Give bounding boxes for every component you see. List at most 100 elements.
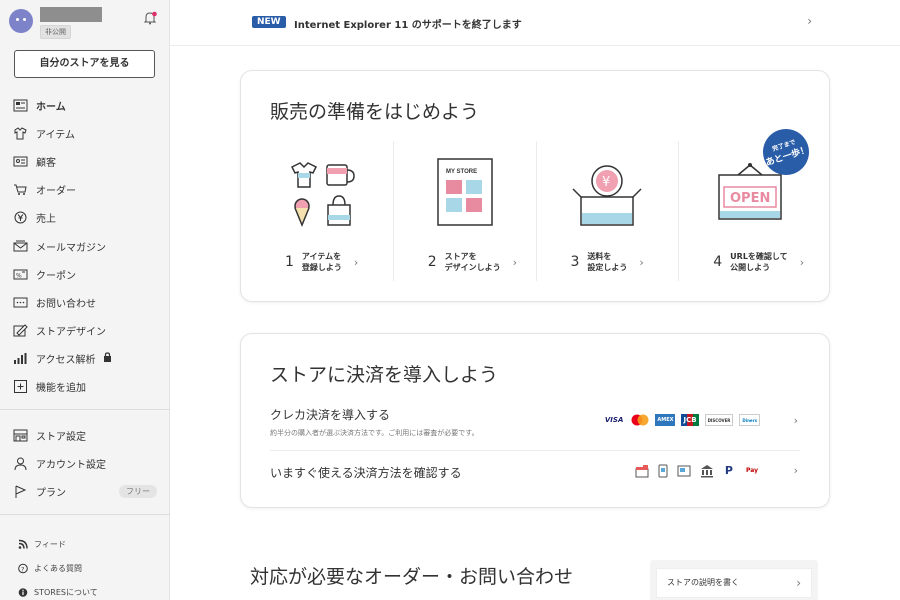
chevron-right-icon: ›	[796, 576, 801, 590]
mastercard-logo	[631, 414, 649, 426]
orders-title: 対応が必要なオーダー・お問い合わせ	[250, 566, 574, 588]
sidebar-item-flag[interactable]: プラン フリー	[0, 477, 170, 505]
setup-title: 販売の準備をはじめよう	[270, 101, 480, 123]
chevron-right-icon: ›	[807, 14, 812, 28]
setup-steps: 1 アイテムを 登録しよう › MY STORE 2 ストアを デザインしよう ›	[251, 141, 821, 281]
sidebar-item-question[interactable]: ? よくある質問	[0, 556, 170, 580]
visa-logo: VISA	[604, 416, 624, 424]
side-panel: ストアの説明を書く ›	[650, 560, 818, 600]
step-design-store[interactable]: MY STORE 2 ストアを デザインしよう ›	[394, 141, 537, 281]
sidebar-item-person[interactable]: アカウント設定	[0, 449, 170, 477]
sidebar-item-info[interactable]: STORESについて	[0, 580, 170, 600]
chevron-right-icon: ›	[512, 255, 518, 269]
my-store-text: MY STORE	[446, 169, 477, 175]
view-store-button[interactable]: 自分のストアを見る	[14, 50, 155, 78]
phone-icon	[658, 464, 668, 478]
step-2-label: 2 ストアを デザインしよう ›	[428, 251, 517, 273]
step-text: アイテムを	[301, 252, 342, 261]
announcement-text: Internet Explorer 11 のサポートを終了します	[294, 20, 522, 31]
design-icon	[13, 324, 28, 337]
question-icon: ?	[18, 563, 28, 573]
card-brand-logos: VISA AMEX JCB DISCOVER Diners	[603, 414, 760, 426]
step-text: 送料を	[587, 252, 612, 261]
step-text: 公開しよう	[730, 263, 771, 272]
sidebar-item-rss[interactable]: フィード	[0, 532, 170, 556]
sidebar-item-plus[interactable]: 機能を追加	[0, 373, 170, 401]
sidebar-item-label: アクセス解析	[36, 355, 96, 367]
sidebar-item-label: フィード	[34, 539, 66, 549]
paypal-logo: P	[724, 464, 733, 477]
shipping-illustration: ¥	[537, 153, 679, 233]
sidebar-item-design[interactable]: ストアデザイン	[0, 317, 170, 345]
new-badge: NEW	[252, 16, 286, 28]
sidebar-item-label: 機能を追加	[36, 383, 86, 395]
sidebar-item-label: STORESについて	[34, 587, 98, 597]
yen-icon: ¥	[602, 175, 610, 190]
bell-icon[interactable]	[143, 11, 157, 25]
amex-logo: AMEX	[655, 414, 676, 426]
lock-icon	[103, 352, 112, 365]
sidebar-item-label: アカウント設定	[36, 459, 106, 471]
sidebar-item-label: ホーム	[36, 101, 66, 113]
plus-icon	[13, 380, 28, 394]
avatar[interactable]	[9, 9, 33, 33]
sidebar-divider	[0, 514, 170, 515]
sidebar-item-label: ストア設定	[36, 431, 86, 443]
svg-text:?: ?	[21, 565, 24, 573]
store-icon	[13, 429, 28, 442]
shirt-icon	[13, 127, 28, 140]
rss-icon	[18, 539, 28, 549]
discover-logo: DISCOVER	[704, 414, 734, 426]
chevron-right-icon: ›	[353, 255, 359, 269]
plan-badge: フリー	[119, 484, 157, 498]
flag-icon	[13, 485, 28, 498]
step-register-items[interactable]: 1 アイテムを 登録しよう ›	[251, 141, 394, 281]
customer-card-icon	[13, 155, 28, 168]
row-divider	[270, 450, 800, 451]
step-3-label: 3 送料を 設定しよう ›	[571, 251, 644, 273]
sidebar-item-label: ストアデザイン	[36, 327, 106, 339]
chevron-right-icon: ›	[639, 255, 644, 269]
credit-card-row[interactable]: クレカ決済を導入する 約半分の購入者が選ぶ決済方法です。ご利用には審査が必要です…	[270, 406, 800, 446]
step-number: 3	[570, 254, 580, 270]
sidebar-item-cart[interactable]: オーダー	[0, 176, 170, 204]
visibility-badge: 非公開	[40, 25, 71, 39]
home-icon	[13, 99, 28, 112]
sidebar-divider	[0, 409, 170, 410]
mail-icon	[13, 240, 28, 253]
sidebar-item-chat[interactable]: お問い合わせ	[0, 288, 170, 316]
sidebar-item-label: お問い合わせ	[36, 298, 96, 310]
yen-icon	[13, 211, 28, 224]
sidebar-item-label: 顧客	[36, 157, 56, 169]
step-1-label: 1 アイテムを 登録しよう ›	[285, 251, 358, 273]
person-icon	[13, 457, 28, 470]
instant-payments-row[interactable]: いますぐ使える決済方法を確認する P Pay ›	[270, 464, 800, 484]
items-illustration	[251, 153, 393, 233]
payment-card: ストアに決済を導入しよう クレカ決済を導入する 約半分の購入者が選ぶ決済方法です…	[240, 333, 830, 508]
sidebar-item-home[interactable]: ホーム	[0, 91, 170, 119]
step-publish-url[interactable]: OPEN 4 URLを確認して 公開しよう ›	[679, 141, 821, 281]
step-number: 1	[285, 254, 294, 270]
sidebar-item-coupon[interactable]: % クーポン	[0, 260, 170, 288]
sidebar-item-shirt[interactable]: アイテム	[0, 119, 170, 147]
sidebar-item-label: プラン	[36, 487, 66, 499]
announcement-banner[interactable]: NEW Internet Explorer 11 のサポートを終了します ›	[170, 0, 900, 46]
jcb-logo: JCB	[681, 414, 699, 426]
side-button-label: ストアの説明を書く	[667, 578, 739, 587]
sidebar-item-customer-card[interactable]: 顧客	[0, 147, 170, 175]
step-text: ストアを	[444, 252, 477, 261]
step-4-label: 4 URLを確認して 公開しよう ›	[713, 251, 804, 273]
svg-text:%: %	[16, 272, 22, 279]
sidebar-item-mail[interactable]: メールマガジン	[0, 232, 170, 260]
main-nav: ホームアイテム顧客オーダー 売上 メールマガジン% クーポンお問い合わせ ストアデザイン…	[0, 91, 170, 401]
sidebar: 非公開 自分のストアを見る ホームアイテム顧客オーダー 売上 メールマガジン% クーポ…	[0, 0, 170, 600]
write-store-description-button[interactable]: ストアの説明を書く ›	[656, 568, 812, 598]
info-icon	[18, 587, 28, 597]
rakuten-pay-logo: Pay	[745, 467, 758, 474]
sidebar-item-store[interactable]: ストア設定	[0, 421, 170, 449]
sidebar-item-chart[interactable]: アクセス解析	[0, 345, 170, 373]
step-set-shipping[interactable]: ¥ 3 送料を 設定しよう ›	[537, 141, 680, 281]
sidebar-item-yen[interactable]: 売上	[0, 204, 170, 232]
chevron-right-icon: ›	[793, 414, 798, 427]
sidebar-item-label: クーポン	[36, 270, 76, 282]
